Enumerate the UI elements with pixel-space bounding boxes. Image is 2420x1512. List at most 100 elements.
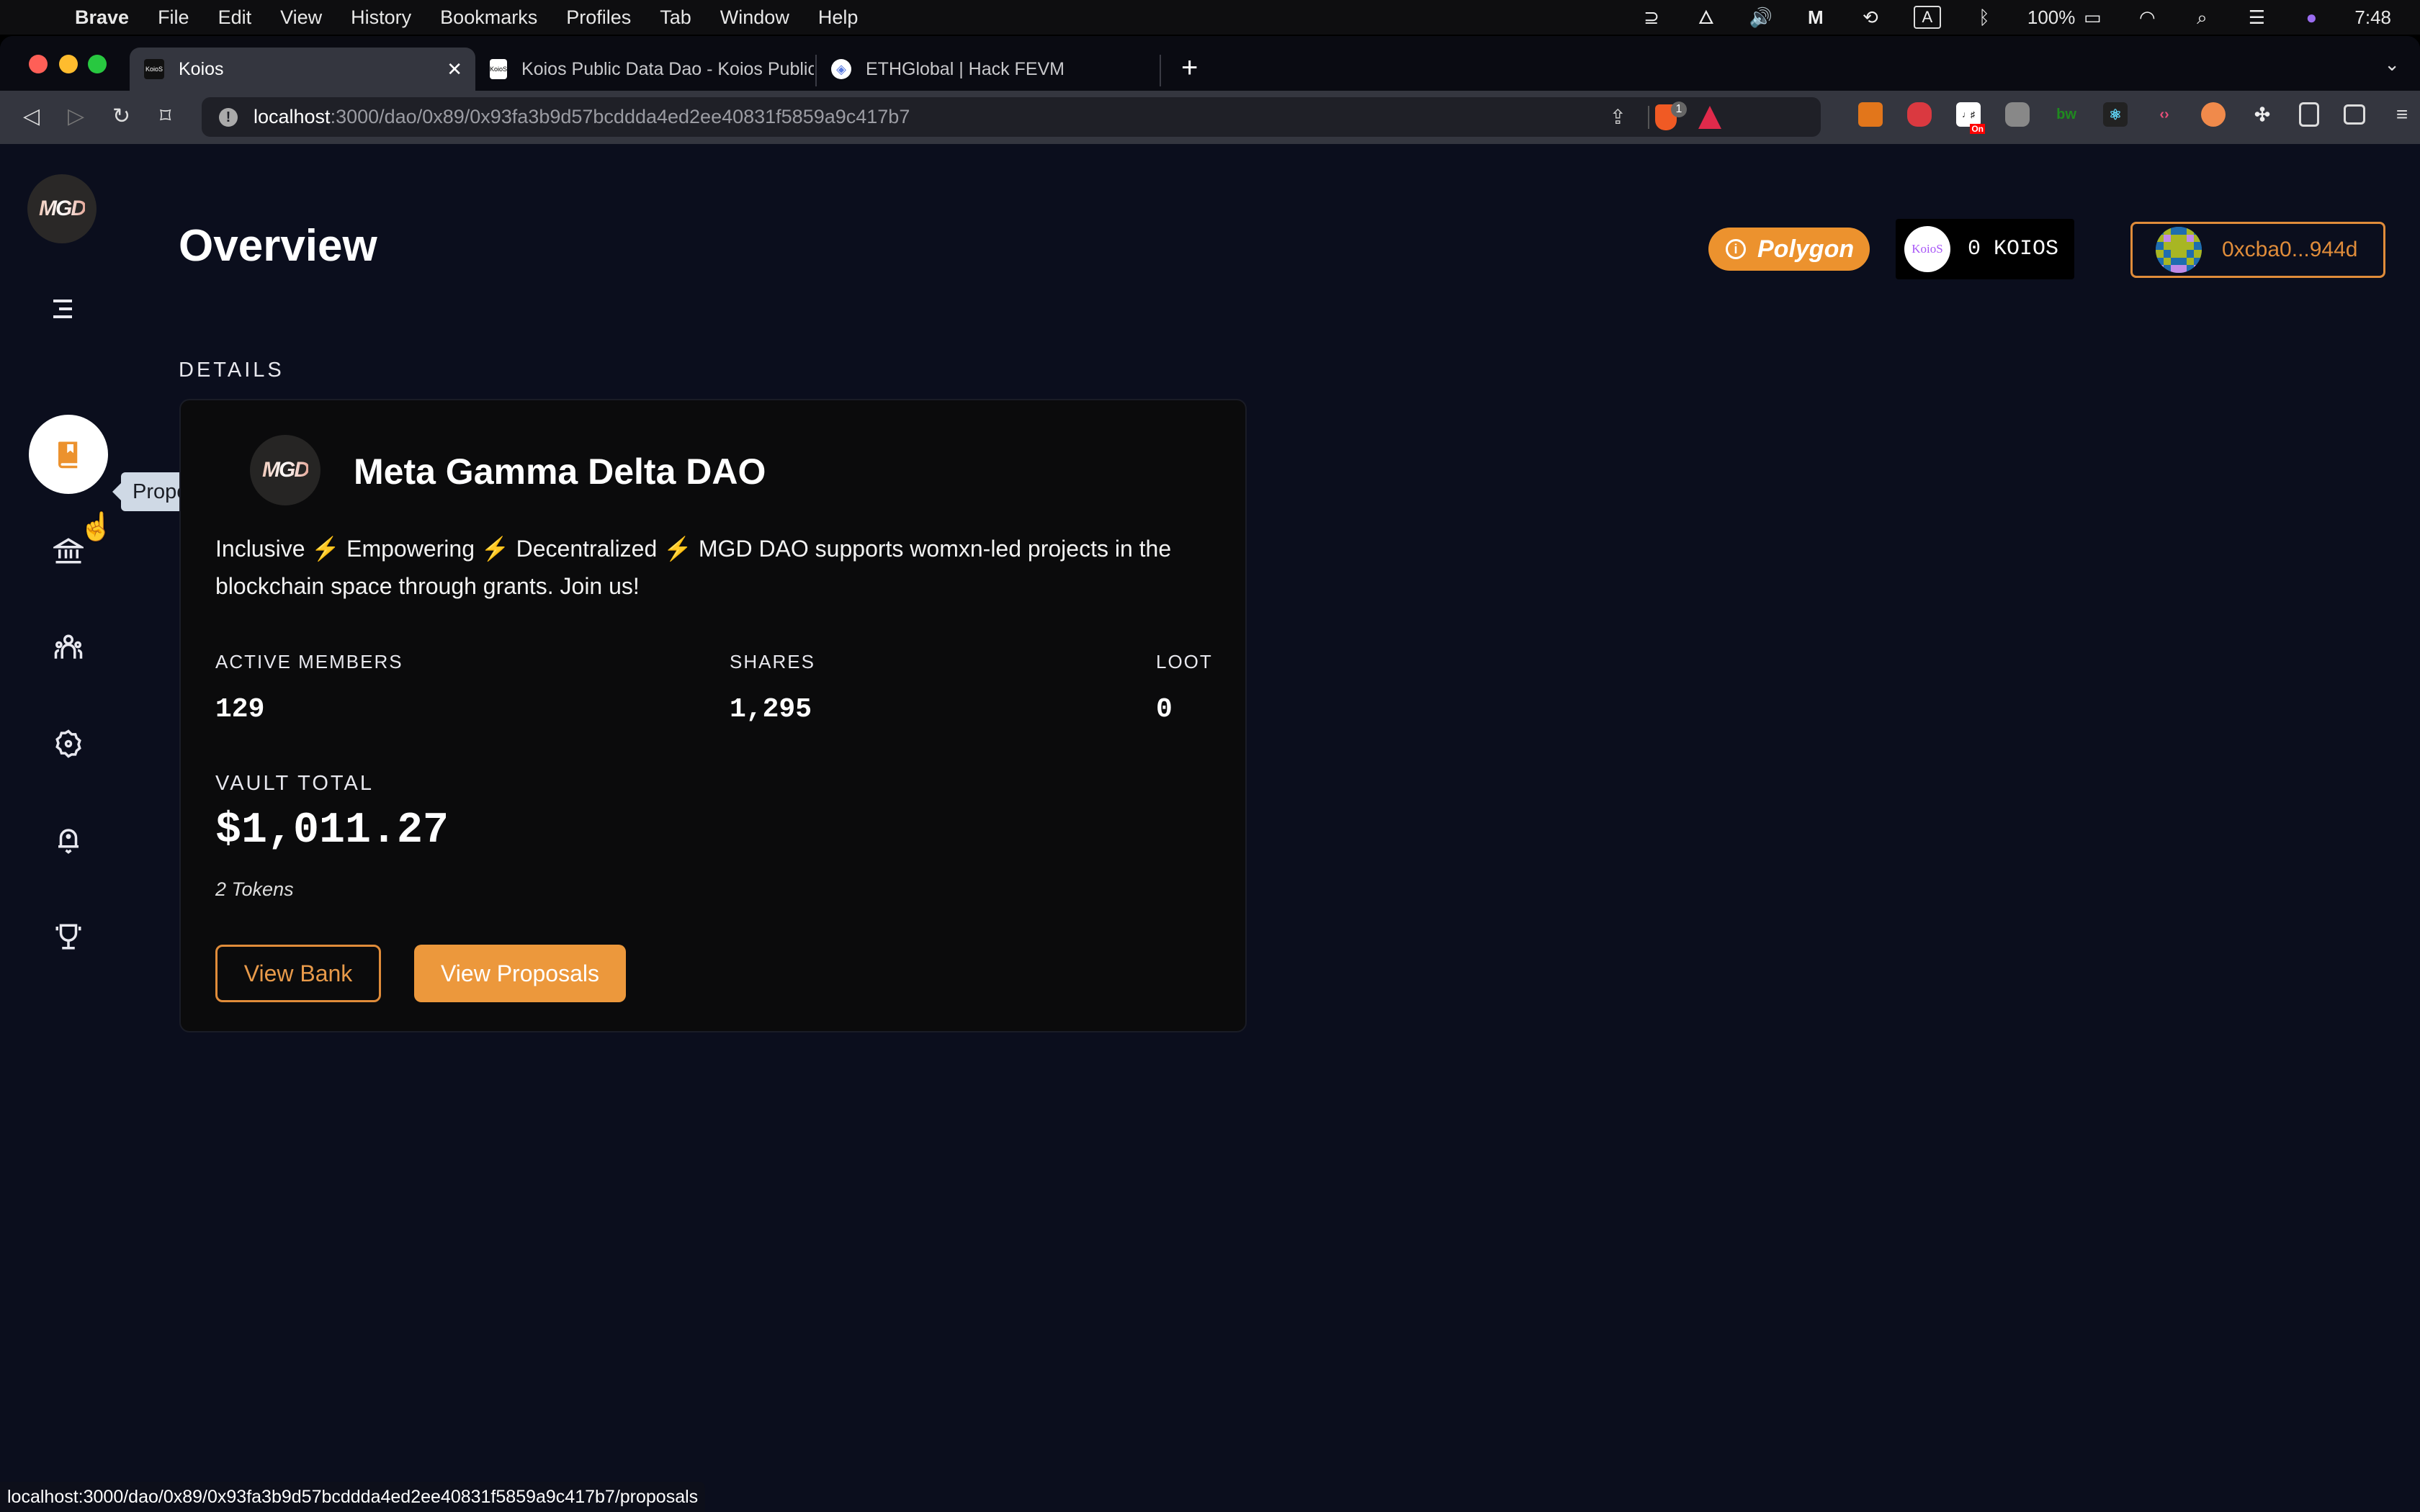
bookmark-button[interactable]: ⌑ (160, 104, 171, 129)
bluetooth-icon[interactable]: ᛒ (1973, 6, 1996, 29)
control-center-icon[interactable]: ☰ (2245, 6, 2268, 29)
sidebar-item-proposals[interactable] (29, 415, 108, 494)
menu-history[interactable]: History (351, 6, 411, 29)
loot-label: LOOT (1156, 651, 1213, 672)
url-host: localhost (254, 106, 331, 127)
doge-extension-icon[interactable] (2201, 102, 2226, 127)
wifi-icon[interactable]: ◠ (2136, 6, 2159, 29)
menu-help[interactable]: Help (818, 6, 859, 29)
dao-avatar[interactable]: MGD (27, 174, 97, 243)
token-count: 2 Tokens (215, 878, 294, 900)
maximize-window-button[interactable] (88, 55, 107, 73)
people-icon (54, 634, 83, 659)
trophy-icon (55, 924, 81, 950)
tab-title: Koios Public Data Dao - Koios Public (521, 58, 814, 79)
browser-menu-icon[interactable]: ≡ (2390, 102, 2414, 127)
menu-toggle-icon[interactable] (53, 300, 72, 323)
flame-icon[interactable]: 🜂 (1695, 6, 1718, 29)
page-title: Overview (179, 221, 377, 271)
sidebar-item-leaderboard[interactable] (29, 897, 108, 976)
info-icon: i (1726, 239, 1746, 259)
sidebar-item-settings[interactable] (29, 704, 108, 783)
wallet-address: 0xcba0...944d (2222, 238, 2358, 261)
new-tab-button[interactable]: + (1181, 52, 1198, 84)
close-tab-icon[interactable]: ✕ (447, 58, 462, 81)
reload-button[interactable]: ↻ (112, 104, 130, 129)
siri-icon[interactable]: ● (2300, 6, 2323, 29)
wallet-avatar (2156, 227, 2202, 273)
tab-divider (1160, 55, 1161, 86)
bw-extension-icon[interactable]: bw (2054, 102, 2079, 127)
vault-total-value: $1,011.27 (215, 806, 449, 855)
address-bar[interactable]: ! localhost :3000/dao/0x89/0x93fa3b9d57b… (202, 97, 1821, 137)
menu-line (53, 315, 72, 318)
koios-favicon-icon: KoioS (144, 59, 164, 79)
battery-icon[interactable]: ▭ (2081, 6, 2104, 29)
ethglobal-favicon-icon: ◈ (831, 59, 851, 79)
sidebar-item-notifications[interactable] (29, 801, 108, 880)
sidebar-toggle-icon[interactable] (2299, 102, 2319, 127)
menu-bookmarks[interactable]: Bookmarks (440, 6, 537, 29)
sidebar-item-members[interactable] (29, 608, 108, 687)
malwarebytes-icon[interactable]: M (1804, 6, 1827, 29)
music-extension-icon[interactable]: ♩♯ On (1956, 102, 1985, 134)
input-source-icon[interactable]: A (1913, 6, 1941, 29)
close-window-button[interactable] (29, 55, 48, 73)
spotlight-search-icon[interactable]: ⌕ (2190, 6, 2213, 29)
menu-line (53, 300, 72, 302)
tab-bar: KoioS Koios ✕ KoioS Koios Public Data Da… (0, 36, 2420, 91)
site-info-icon[interactable]: ! (219, 107, 238, 127)
code-extension-icon[interactable]: ‹› (2152, 102, 2177, 127)
sidebar: MGD Pr (0, 144, 237, 1512)
tab-ethglobal[interactable]: ◈ ETHGlobal | Hack FEVM (817, 48, 1160, 91)
details-section-label: DETAILS (179, 359, 284, 382)
network-badge[interactable]: i Polygon (1708, 228, 1870, 271)
expressvpn-icon[interactable]: ⊇ (1640, 6, 1663, 29)
menu-line (59, 307, 72, 310)
macos-menu-bar: Brave File Edit View History Bookmarks P… (0, 0, 2420, 35)
pointer-cursor-icon: ☝ (79, 512, 114, 542)
view-bank-button[interactable]: View Bank (215, 945, 381, 1002)
vault-total-label: VAULT TOTAL (215, 772, 374, 795)
browser-window: KoioS Koios ✕ KoioS Koios Public Data Da… (0, 36, 2420, 1512)
shields-count-badge: 1 (1671, 102, 1687, 117)
power-extension-icon[interactable] (2005, 102, 2030, 127)
metamask-extension-icon[interactable] (1858, 102, 1883, 127)
dao-logo-text: MGD (39, 197, 86, 220)
menu-profiles[interactable]: Profiles (566, 6, 631, 29)
tab-list-chevron-icon[interactable]: ⌄ (2384, 53, 2400, 76)
shares-value: 1,295 (730, 694, 812, 725)
koios-balance[interactable]: KoioS 0 KOIOS (1896, 219, 2074, 279)
dao-name: Meta Gamma Delta DAO (354, 451, 766, 492)
forward-button[interactable]: ▷ (68, 104, 84, 129)
koios-balance-amount: 0 KOIOS (1968, 237, 2059, 261)
menu-file[interactable]: File (158, 6, 189, 29)
tab-koios-public-data-dao[interactable]: KoioS Koios Public Data Dao - Koios Publ… (475, 48, 814, 91)
menu-view[interactable]: View (280, 6, 322, 29)
koios-logo-icon: KoioS (1904, 226, 1950, 272)
minimize-window-button[interactable] (59, 55, 78, 73)
shares-label: SHARES (730, 651, 815, 672)
status-bar-url: localhost:3000/dao/0x89/0x93fa3b9d57bcdd… (0, 1482, 706, 1512)
browser-toolbar: ◁ ▷ ↻ ⌑ ! localhost :3000/dao/0x89/0x93f… (0, 91, 2420, 144)
brave-rewards-icon[interactable] (1698, 105, 1721, 129)
wallet-button[interactable]: 0xcba0...944d (2130, 222, 2385, 278)
expressvpn-extension-icon[interactable] (1907, 102, 1932, 127)
dao-details-card: MGD Meta Gamma Delta DAO Inclusive ⚡ Emp… (179, 399, 1247, 1032)
menu-window[interactable]: Window (720, 6, 789, 29)
on-badge: On (1970, 124, 1985, 134)
menu-edit[interactable]: Edit (218, 6, 252, 29)
puzzle-extensions-icon[interactable]: ✣ (2250, 102, 2275, 127)
menu-tab[interactable]: Tab (660, 6, 691, 29)
view-proposals-button[interactable]: View Proposals (414, 945, 626, 1002)
tab-koios[interactable]: KoioS Koios ✕ (130, 48, 475, 91)
gear-icon (55, 729, 81, 758)
menu-app-name[interactable]: Brave (75, 6, 129, 29)
react-devtools-icon[interactable]: ⚛ (2103, 102, 2128, 127)
share-icon[interactable]: ⇪ (1610, 105, 1626, 129)
time-machine-icon[interactable]: ⟲ (1859, 6, 1882, 29)
dao-logo: MGD (250, 435, 321, 505)
back-button[interactable]: ◁ (23, 104, 40, 129)
wallet-icon[interactable] (2344, 104, 2365, 125)
volume-icon[interactable]: 🔊 (1749, 6, 1773, 29)
